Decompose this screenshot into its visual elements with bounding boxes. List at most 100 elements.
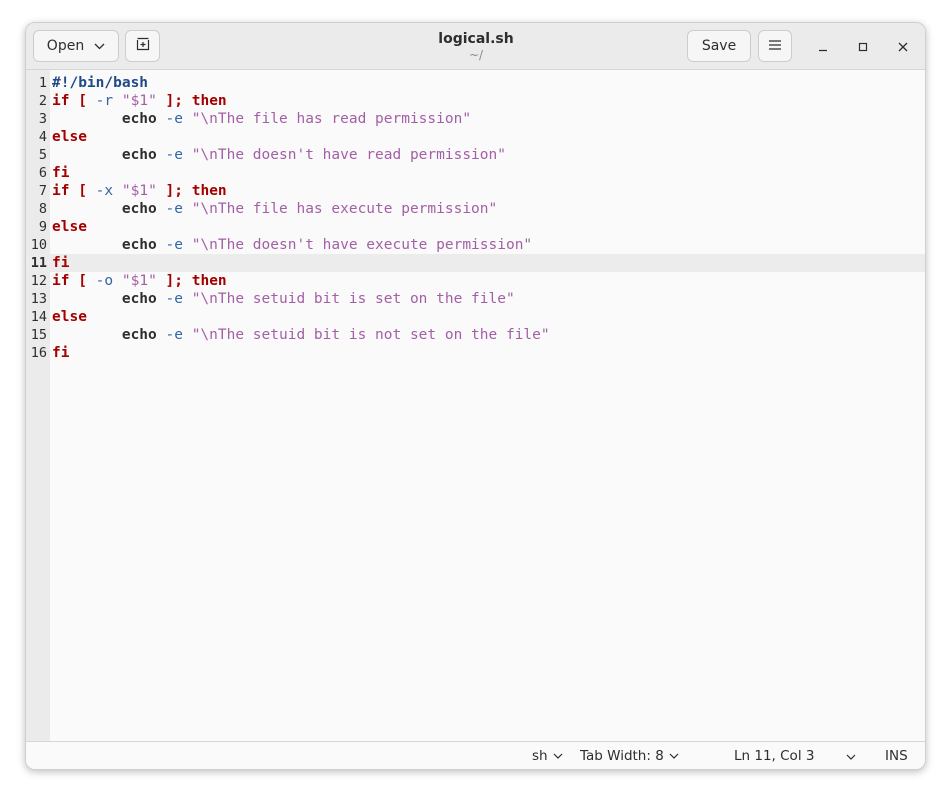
code-token: then <box>191 183 227 199</box>
new-tab-icon <box>136 37 150 55</box>
code-line[interactable]: 6 fi <box>26 164 925 182</box>
code-token: if <box>52 183 70 199</box>
code-line[interactable]: 11 fi <box>26 254 925 272</box>
line-code: if [ -x "$1" ]; then <box>52 182 227 200</box>
text-editor-window: Open logical.sh ~/ Save 1 #!/bin/bash 2 … <box>25 22 926 770</box>
new-tab-button[interactable] <box>125 30 160 62</box>
code-token: else <box>52 219 87 235</box>
chevron-down-icon <box>669 753 679 759</box>
code-lines[interactable]: 1 #!/bin/bash 2 if [ -r "$1" ]; then 3 echo … <box>26 74 925 362</box>
code-token: then <box>191 93 227 109</box>
line-number: 5 <box>38 147 47 163</box>
window-subtitle: ~/ <box>468 48 484 62</box>
minimize-button[interactable] <box>810 33 836 59</box>
code-token: -e <box>165 147 183 163</box>
line-code: fi <box>52 344 69 362</box>
code-token: echo <box>121 327 157 343</box>
code-line[interactable]: 15 echo -e "\nThe setuid bit is not set … <box>26 326 925 344</box>
code-token: "\nThe setuid bit is not set on the file… <box>191 327 550 343</box>
header-bar: Open logical.sh ~/ Save <box>26 23 925 70</box>
code-token: else <box>52 309 87 325</box>
code-token: echo <box>121 111 157 127</box>
cursor-position[interactable]: Ln 11, Col 3 <box>734 742 814 769</box>
code-token: "\nThe doesn't have read permission" <box>191 147 506 163</box>
code-token: if <box>52 273 70 289</box>
line-number: 10 <box>30 237 47 253</box>
code-line[interactable]: 4 else <box>26 128 925 146</box>
code-line[interactable]: 2 if [ -r "$1" ]; then <box>26 92 925 110</box>
position-dropdown[interactable] <box>846 742 856 769</box>
code-token: ]; <box>165 183 183 199</box>
line-code: echo -e "\nThe setuid bit is not set on … <box>52 326 550 344</box>
line-number: 11 <box>30 255 47 271</box>
line-code: echo -e "\nThe file has execute permissi… <box>52 200 497 218</box>
insert-mode-indicator[interactable]: INS <box>885 742 908 769</box>
code-token: #!/bin/bash <box>52 75 149 91</box>
code-editor[interactable]: 1 #!/bin/bash 2 if [ -r "$1" ]; then 3 echo … <box>26 70 925 741</box>
menu-button[interactable] <box>758 30 792 62</box>
status-bar: sh Tab Width: 8 Ln 11, Col 3 INS <box>26 741 925 769</box>
line-number: 6 <box>38 165 47 181</box>
language-selector[interactable]: sh <box>532 742 563 769</box>
code-token: "$1" <box>121 183 157 199</box>
code-token: "\nThe file has read permission" <box>191 111 472 127</box>
title-block: logical.sh ~/ <box>326 30 626 62</box>
line-code: else <box>52 218 87 236</box>
code-line[interactable]: 1 #!/bin/bash <box>26 74 925 92</box>
line-code: echo -e "\nThe doesn't have read permiss… <box>52 146 506 164</box>
code-line[interactable]: 7 if [ -x "$1" ]; then <box>26 182 925 200</box>
code-token: -e <box>165 327 183 343</box>
tab-width-selector[interactable]: Tab Width: 8 <box>580 742 679 769</box>
line-code: echo -e "\nThe file has read permission" <box>52 110 471 128</box>
code-line[interactable]: 3 echo -e "\nThe file has read permissio… <box>26 110 925 128</box>
line-code: fi <box>52 254 69 272</box>
close-button[interactable] <box>890 33 916 59</box>
code-line[interactable]: 5 echo -e "\nThe doesn't have read permi… <box>26 146 925 164</box>
code-token: fi <box>52 345 70 361</box>
open-button[interactable]: Open <box>33 30 119 62</box>
code-token: echo <box>121 291 157 307</box>
code-token: "\nThe setuid bit is set on the file" <box>191 291 515 307</box>
code-line[interactable]: 13 echo -e "\nThe setuid bit is set on t… <box>26 290 925 308</box>
tab-width-label: Tab Width: 8 <box>580 747 664 764</box>
code-line[interactable]: 10 echo -e "\nThe doesn't have execute p… <box>26 236 925 254</box>
code-line[interactable]: 9 else <box>26 218 925 236</box>
code-token: if <box>52 93 70 109</box>
line-number: 9 <box>38 219 47 235</box>
line-code: else <box>52 308 87 326</box>
line-number: 3 <box>38 111 47 127</box>
code-line[interactable]: 8 echo -e "\nThe file has execute permis… <box>26 200 925 218</box>
code-line[interactable]: 14 else <box>26 308 925 326</box>
code-token: "\nThe file has execute permission" <box>191 201 498 217</box>
line-code: #!/bin/bash <box>52 74 148 92</box>
save-button[interactable]: Save <box>687 30 751 62</box>
language-label: sh <box>532 747 548 764</box>
code-token: -x <box>95 183 114 199</box>
code-token: -r <box>95 93 114 109</box>
code-token: [ <box>78 273 87 289</box>
code-token: echo <box>121 237 157 253</box>
code-token: then <box>191 273 227 289</box>
code-token: "\nThe doesn't have execute permission" <box>191 237 533 253</box>
maximize-button[interactable] <box>850 33 876 59</box>
line-code: if [ -o "$1" ]; then <box>52 272 227 290</box>
code-line[interactable]: 16 fi <box>26 344 925 362</box>
code-line[interactable]: 12 if [ -o "$1" ]; then <box>26 272 925 290</box>
